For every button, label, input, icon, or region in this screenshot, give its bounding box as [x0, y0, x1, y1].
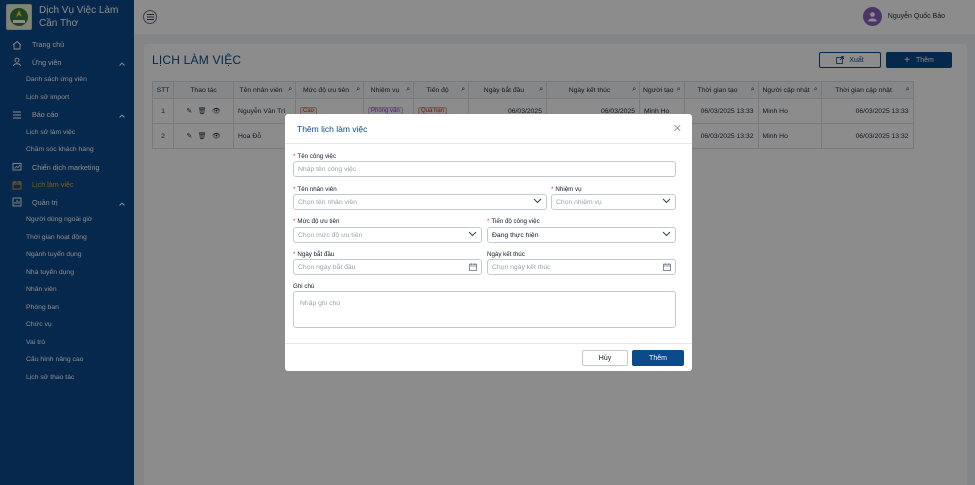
- add-schedule-dialog: Thêm lịch làm việc ✕ * Tên công việc Nhập…: [285, 114, 692, 371]
- chevron-down-icon: [662, 198, 671, 206]
- employee-label: * Tên nhân viên: [293, 186, 337, 193]
- calendar-icon: [469, 263, 477, 273]
- calendar-icon: [663, 263, 671, 273]
- close-icon[interactable]: ✕: [673, 122, 682, 135]
- priority-label: * Mức độ ưu tiên: [293, 218, 340, 225]
- task-label: * Nhiệm vụ: [551, 186, 582, 193]
- employee-placeholder: Chọn tên nhân viên: [298, 198, 357, 206]
- divider: [285, 343, 692, 344]
- divider: [285, 143, 692, 144]
- submit-button[interactable]: Thêm: [632, 350, 684, 366]
- priority-placeholder: Chọn mức độ ưu tiên: [298, 231, 363, 239]
- task-placeholder: Chọn nhiệm vụ: [556, 198, 602, 206]
- end-date-label: Ngày kết thúc: [487, 251, 525, 258]
- progress-value: Đang thực hiện: [492, 231, 539, 239]
- cancel-button[interactable]: Hủy: [582, 350, 628, 366]
- dialog-title: Thêm lịch làm việc: [297, 124, 368, 134]
- chevron-down-icon: [533, 198, 542, 206]
- job-name-input[interactable]: Nhập tên công việc: [293, 161, 676, 177]
- end-date-picker[interactable]: Chọn ngày kết thúc: [487, 259, 676, 275]
- notes-textarea[interactable]: Nhập ghi chú: [293, 291, 676, 328]
- notes-label: Ghi chú: [293, 283, 315, 290]
- job-name-label: * Tên công việc: [293, 153, 336, 160]
- progress-label: * Tiến độ công việc: [487, 218, 540, 225]
- chevron-down-icon: [468, 231, 477, 239]
- progress-select[interactable]: Đang thực hiện: [487, 227, 676, 243]
- chevron-down-icon: [662, 231, 671, 239]
- start-date-picker[interactable]: Chọn ngày bắt đầu: [293, 259, 482, 275]
- start-date-label: * Ngày bắt đầu: [293, 251, 335, 258]
- task-select[interactable]: Chọn nhiệm vụ: [551, 194, 676, 210]
- start-date-placeholder: Chọn ngày bắt đầu: [298, 263, 356, 271]
- employee-select[interactable]: Chọn tên nhân viên: [293, 194, 547, 210]
- end-date-placeholder: Chọn ngày kết thúc: [492, 263, 551, 271]
- priority-select[interactable]: Chọn mức độ ưu tiên: [293, 227, 482, 243]
